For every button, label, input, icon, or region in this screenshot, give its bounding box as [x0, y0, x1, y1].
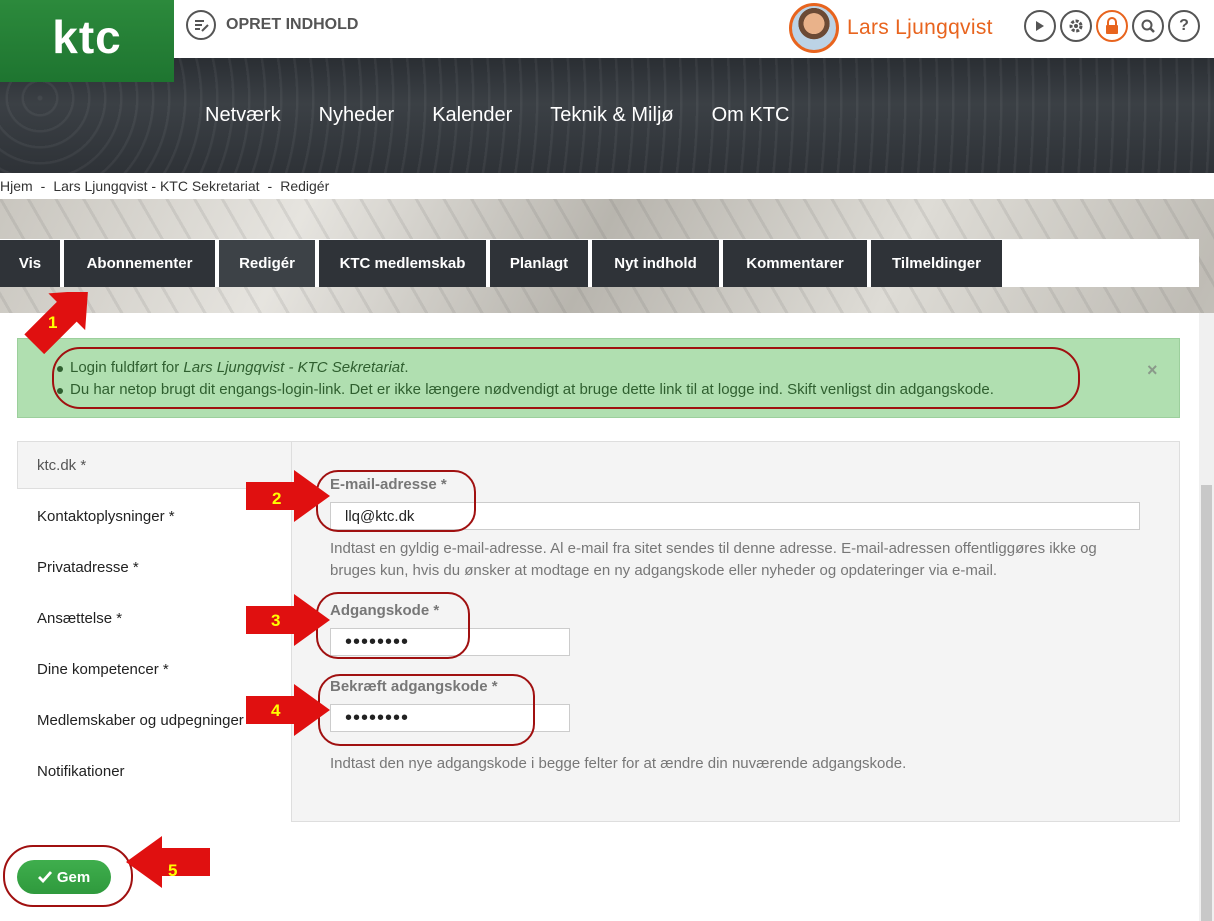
email-help-text: Indtast en gyldig e-mail-adresse. Al e-m… [330, 540, 1097, 579]
nav-item-netvaerk[interactable]: Netværk [205, 104, 281, 127]
annotation-arrow-2 [246, 470, 330, 522]
tab-planlagt[interactable]: Planlagt [490, 240, 588, 287]
tab-abonnementer[interactable]: Abonnementer [64, 240, 215, 287]
annotation-arrow-3 [246, 594, 330, 646]
annotation-arrow-4 [246, 684, 330, 736]
ktc-logo[interactable]: ktc [0, 0, 174, 82]
tab-kommentarer[interactable]: Kommentarer [723, 240, 867, 287]
annotation-number-1: 1 [48, 313, 58, 332]
logo-text: ktc [52, 11, 122, 63]
vtab-kontaktoplysninger[interactable]: Kontaktoplysninger * [37, 508, 175, 525]
annotation-arrow-5 [126, 836, 210, 888]
breadcrumb-current: Redigér [280, 178, 330, 194]
user-name[interactable]: Lars Ljungqvist [847, 16, 993, 40]
breadcrumb: Hjem - Lars Ljungqvist - KTC Sekretariat - R… [0, 173, 1214, 199]
annotation-number-2: 2 [272, 489, 282, 508]
annotation-oval-email [316, 470, 476, 532]
vtab-privatadresse[interactable]: Privatadresse * [37, 559, 139, 576]
tab-vis[interactable]: Vis [0, 240, 60, 287]
tab-nyt-indhold[interactable]: Nyt indhold [592, 240, 719, 287]
vtab-ktc-dk[interactable]: ktc.dk * [37, 457, 86, 474]
main-nav: Netværk Nyheder Kalender Teknik & Miljø … [205, 104, 789, 127]
vtab-notifikationer[interactable]: Notifikationer [37, 763, 125, 780]
edit-note-icon [186, 10, 216, 40]
help-icon[interactable]: ? [1168, 10, 1200, 42]
arrow-right-icon[interactable] [1024, 10, 1056, 42]
close-icon[interactable]: × [1147, 360, 1158, 381]
tab-ktc-medlemskab[interactable]: KTC medlemskab [319, 240, 486, 287]
nav-item-nyheder[interactable]: Nyheder [319, 104, 395, 127]
gear-icon[interactable] [1060, 10, 1092, 42]
annotation-number-5: 5 [168, 861, 178, 880]
tab-rediger[interactable]: Redigér [219, 240, 315, 287]
annotation-oval-alert [52, 347, 1080, 409]
annotation-oval-save [3, 845, 133, 907]
breadcrumb-user[interactable]: Lars Ljungqvist - KTC Sekretariat [53, 178, 259, 194]
annotation-number-3: 3 [271, 611, 281, 630]
lock-icon[interactable] [1096, 10, 1128, 42]
avatar[interactable] [789, 3, 839, 53]
nav-item-teknik-miljo[interactable]: Teknik & Miljø [550, 104, 673, 127]
nav-item-om-ktc[interactable]: Om KTC [712, 104, 790, 127]
user-menu[interactable]: Lars Ljungqvist [789, 3, 993, 53]
annotation-oval-password [316, 592, 470, 659]
password-help-text: Indtast den nye adgangskode i begge felt… [330, 755, 907, 772]
toolbar-icons: ? [1024, 10, 1200, 42]
search-icon[interactable] [1132, 10, 1164, 42]
vtab-ansaettelse[interactable]: Ansættelse * [37, 610, 122, 627]
vtab-dine-kompetencer[interactable]: Dine kompetencer * [37, 661, 169, 678]
create-content-link[interactable]: OPRET INDHOLD [186, 10, 358, 40]
annotation-oval-confirm [318, 674, 535, 746]
nav-item-kalender[interactable]: Kalender [432, 104, 512, 127]
annotation-arrow-1 [24, 292, 88, 355]
tab-tilmeldinger[interactable]: Tilmeldinger [871, 240, 1002, 287]
scrollbar-thumb[interactable] [1201, 485, 1212, 921]
create-content-label: OPRET INDHOLD [226, 16, 359, 33]
annotation-number-4: 4 [271, 701, 281, 720]
breadcrumb-home[interactable]: Hjem [0, 178, 33, 194]
